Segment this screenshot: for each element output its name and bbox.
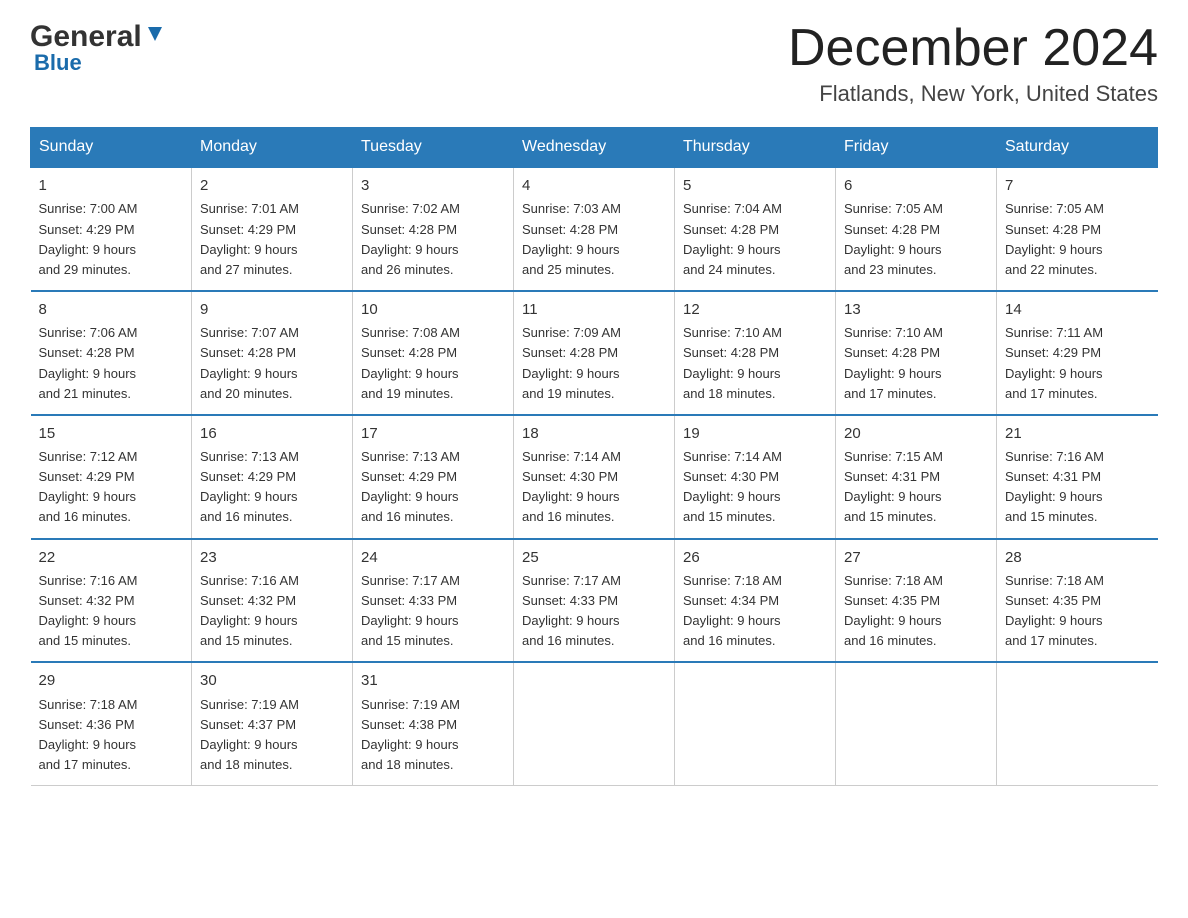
calendar-body: 1Sunrise: 7:00 AMSunset: 4:29 PMDaylight…	[31, 167, 1158, 786]
day-number: 11	[522, 298, 666, 321]
calendar-day-cell: 17Sunrise: 7:13 AMSunset: 4:29 PMDayligh…	[353, 415, 514, 539]
logo-general-text: General	[30, 20, 142, 54]
calendar-day-cell: 8Sunrise: 7:06 AMSunset: 4:28 PMDaylight…	[31, 291, 192, 415]
calendar-empty-cell	[514, 662, 675, 785]
day-number: 8	[39, 298, 184, 321]
weekday-header-row: SundayMondayTuesdayWednesdayThursdayFrid…	[31, 128, 1158, 168]
calendar-week-row: 15Sunrise: 7:12 AMSunset: 4:29 PMDayligh…	[31, 415, 1158, 539]
calendar-day-cell: 31Sunrise: 7:19 AMSunset: 4:38 PMDayligh…	[353, 662, 514, 785]
day-number: 24	[361, 546, 505, 569]
day-number: 13	[844, 298, 988, 321]
calendar-day-cell: 27Sunrise: 7:18 AMSunset: 4:35 PMDayligh…	[836, 539, 997, 663]
calendar-day-cell: 30Sunrise: 7:19 AMSunset: 4:37 PMDayligh…	[192, 662, 353, 785]
weekday-header-saturday: Saturday	[997, 128, 1158, 168]
calendar-day-cell: 14Sunrise: 7:11 AMSunset: 4:29 PMDayligh…	[997, 291, 1158, 415]
calendar-empty-cell	[836, 662, 997, 785]
weekday-header-thursday: Thursday	[675, 128, 836, 168]
calendar-empty-cell	[997, 662, 1158, 785]
day-number: 23	[200, 546, 344, 569]
day-number: 9	[200, 298, 344, 321]
day-number: 10	[361, 298, 505, 321]
calendar-day-cell: 12Sunrise: 7:10 AMSunset: 4:28 PMDayligh…	[675, 291, 836, 415]
calendar-day-cell: 18Sunrise: 7:14 AMSunset: 4:30 PMDayligh…	[514, 415, 675, 539]
day-number: 27	[844, 546, 988, 569]
day-number: 31	[361, 669, 505, 692]
day-number: 20	[844, 422, 988, 445]
calendar-day-cell: 20Sunrise: 7:15 AMSunset: 4:31 PMDayligh…	[836, 415, 997, 539]
calendar-day-cell: 1Sunrise: 7:00 AMSunset: 4:29 PMDaylight…	[31, 167, 192, 291]
day-number: 16	[200, 422, 344, 445]
day-number: 25	[522, 546, 666, 569]
logo: General Blue	[30, 20, 166, 76]
calendar-day-cell: 26Sunrise: 7:18 AMSunset: 4:34 PMDayligh…	[675, 539, 836, 663]
calendar-day-cell: 11Sunrise: 7:09 AMSunset: 4:28 PMDayligh…	[514, 291, 675, 415]
title-area: December 2024 Flatlands, New York, Unite…	[788, 20, 1158, 107]
calendar-day-cell: 4Sunrise: 7:03 AMSunset: 4:28 PMDaylight…	[514, 167, 675, 291]
weekday-header-tuesday: Tuesday	[353, 128, 514, 168]
day-number: 15	[39, 422, 184, 445]
calendar-table: SundayMondayTuesdayWednesdayThursdayFrid…	[30, 127, 1158, 786]
calendar-empty-cell	[675, 662, 836, 785]
calendar-day-cell: 15Sunrise: 7:12 AMSunset: 4:29 PMDayligh…	[31, 415, 192, 539]
calendar-day-cell: 28Sunrise: 7:18 AMSunset: 4:35 PMDayligh…	[997, 539, 1158, 663]
calendar-day-cell: 9Sunrise: 7:07 AMSunset: 4:28 PMDaylight…	[192, 291, 353, 415]
calendar-day-cell: 29Sunrise: 7:18 AMSunset: 4:36 PMDayligh…	[31, 662, 192, 785]
calendar-week-row: 29Sunrise: 7:18 AMSunset: 4:36 PMDayligh…	[31, 662, 1158, 785]
calendar-day-cell: 6Sunrise: 7:05 AMSunset: 4:28 PMDaylight…	[836, 167, 997, 291]
calendar-day-cell: 5Sunrise: 7:04 AMSunset: 4:28 PMDaylight…	[675, 167, 836, 291]
weekday-header-monday: Monday	[192, 128, 353, 168]
calendar-day-cell: 21Sunrise: 7:16 AMSunset: 4:31 PMDayligh…	[997, 415, 1158, 539]
day-number: 17	[361, 422, 505, 445]
weekday-header-friday: Friday	[836, 128, 997, 168]
month-title: December 2024	[788, 20, 1158, 77]
calendar-week-row: 1Sunrise: 7:00 AMSunset: 4:29 PMDaylight…	[31, 167, 1158, 291]
calendar-day-cell: 7Sunrise: 7:05 AMSunset: 4:28 PMDaylight…	[997, 167, 1158, 291]
calendar-day-cell: 13Sunrise: 7:10 AMSunset: 4:28 PMDayligh…	[836, 291, 997, 415]
calendar-week-row: 22Sunrise: 7:16 AMSunset: 4:32 PMDayligh…	[31, 539, 1158, 663]
day-number: 21	[1005, 422, 1150, 445]
calendar-day-cell: 23Sunrise: 7:16 AMSunset: 4:32 PMDayligh…	[192, 539, 353, 663]
day-number: 6	[844, 174, 988, 197]
day-number: 3	[361, 174, 505, 197]
day-number: 4	[522, 174, 666, 197]
logo-blue-text: Blue	[34, 50, 82, 76]
weekday-header-sunday: Sunday	[31, 128, 192, 168]
calendar-day-cell: 2Sunrise: 7:01 AMSunset: 4:29 PMDaylight…	[192, 167, 353, 291]
calendar-header: SundayMondayTuesdayWednesdayThursdayFrid…	[31, 128, 1158, 168]
day-number: 30	[200, 669, 344, 692]
calendar-day-cell: 19Sunrise: 7:14 AMSunset: 4:30 PMDayligh…	[675, 415, 836, 539]
page-header: General Blue December 2024 Flatlands, Ne…	[30, 20, 1158, 107]
day-number: 7	[1005, 174, 1150, 197]
calendar-day-cell: 25Sunrise: 7:17 AMSunset: 4:33 PMDayligh…	[514, 539, 675, 663]
day-number: 29	[39, 669, 184, 692]
day-number: 19	[683, 422, 827, 445]
calendar-day-cell: 3Sunrise: 7:02 AMSunset: 4:28 PMDaylight…	[353, 167, 514, 291]
calendar-day-cell: 24Sunrise: 7:17 AMSunset: 4:33 PMDayligh…	[353, 539, 514, 663]
day-number: 22	[39, 546, 184, 569]
calendar-day-cell: 10Sunrise: 7:08 AMSunset: 4:28 PMDayligh…	[353, 291, 514, 415]
day-number: 18	[522, 422, 666, 445]
day-number: 12	[683, 298, 827, 321]
weekday-header-wednesday: Wednesday	[514, 128, 675, 168]
day-number: 1	[39, 174, 184, 197]
day-number: 2	[200, 174, 344, 197]
location: Flatlands, New York, United States	[788, 81, 1158, 107]
day-number: 14	[1005, 298, 1150, 321]
calendar-day-cell: 22Sunrise: 7:16 AMSunset: 4:32 PMDayligh…	[31, 539, 192, 663]
calendar-week-row: 8Sunrise: 7:06 AMSunset: 4:28 PMDaylight…	[31, 291, 1158, 415]
day-number: 5	[683, 174, 827, 197]
logo-arrow-icon	[144, 23, 166, 45]
day-number: 26	[683, 546, 827, 569]
calendar-day-cell: 16Sunrise: 7:13 AMSunset: 4:29 PMDayligh…	[192, 415, 353, 539]
day-number: 28	[1005, 546, 1150, 569]
